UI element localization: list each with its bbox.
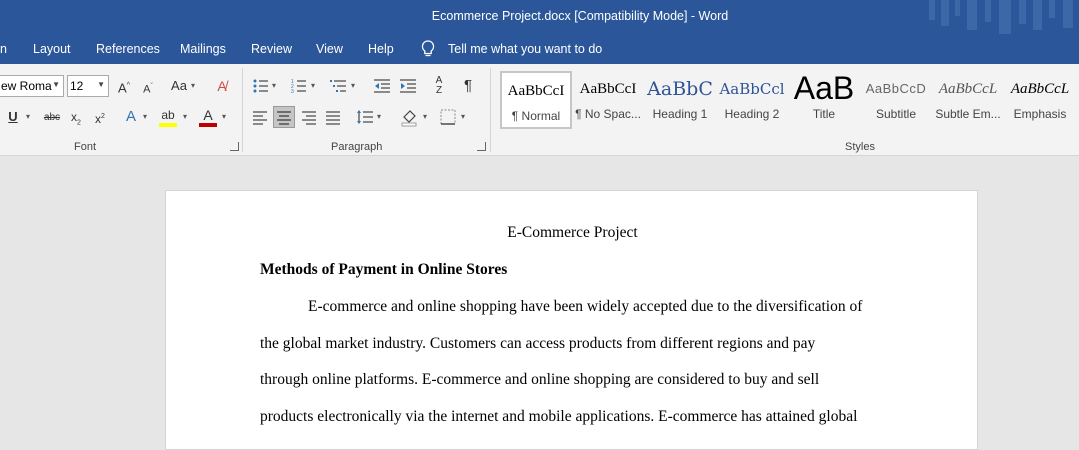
chevron-down-icon[interactable]: ▼ xyxy=(52,80,60,89)
align-center-icon xyxy=(277,111,291,125)
superscript-icon[interactable]: x2 xyxy=(92,107,108,127)
paragraph-line: E-commerce and online shopping have been… xyxy=(308,298,863,315)
text-effects-icon[interactable]: A xyxy=(123,107,139,127)
tab-layout[interactable]: Layout xyxy=(33,42,71,56)
style-name: ¶ No Spac... xyxy=(575,107,641,121)
style-preview: AaBbCcl xyxy=(719,80,785,98)
style-name: Subtitle xyxy=(875,107,917,121)
grow-font-icon[interactable]: A^ xyxy=(116,76,132,96)
styles-group-label: Styles xyxy=(845,141,875,153)
style-name: Heading 1 xyxy=(652,107,708,121)
style-heading-1[interactable]: AaBbC Heading 1 xyxy=(644,71,716,129)
strikethrough-icon[interactable]: abc xyxy=(42,108,62,128)
paragraph-line: through online platforms. E-commerce and… xyxy=(260,371,820,388)
chevron-down-icon[interactable]: ▾ xyxy=(143,107,147,127)
pilcrow-icon[interactable]: ¶ xyxy=(460,76,476,96)
paragraph-line: the global market industry. Customers ca… xyxy=(260,335,816,352)
style-preview: AaBbCcL xyxy=(1010,81,1070,97)
title-bar: Ecommerce Project.docx [Compatibility Mo… xyxy=(0,0,1079,34)
tab-references[interactable]: References xyxy=(96,42,160,56)
change-case-icon[interactable]: Aa xyxy=(169,76,189,96)
style-preview: AaBbCcD xyxy=(865,81,927,96)
font-name-value: ew Roma xyxy=(1,79,52,93)
group-separator xyxy=(490,68,491,152)
style-name: Emphasis xyxy=(1013,107,1067,121)
font-size-value: 12 xyxy=(70,79,84,93)
style-subtitle[interactable]: AaBbCcD Subtitle xyxy=(860,71,932,129)
chevron-down-icon[interactable]: ▾ xyxy=(222,107,226,127)
chevron-down-icon[interactable]: ▾ xyxy=(272,76,276,96)
line-spacing-icon[interactable] xyxy=(356,107,374,127)
tell-me-search[interactable]: Tell me what you want to do xyxy=(448,42,602,56)
multilevel-list-icon[interactable] xyxy=(330,76,348,96)
chevron-down-icon[interactable]: ▾ xyxy=(191,76,195,96)
increase-indent-icon[interactable] xyxy=(399,76,417,96)
style-preview: AaBbCcI xyxy=(507,83,565,99)
font-dialog-launcher-icon[interactable] xyxy=(230,142,239,151)
tab-mailings[interactable]: Mailings xyxy=(180,42,226,56)
style-preview: AaBbCcI xyxy=(579,81,637,97)
style-normal[interactable]: AaBbCcI ¶ Normal xyxy=(500,71,572,129)
numbering-icon[interactable]: 123 xyxy=(291,76,307,96)
group-separator xyxy=(242,68,243,152)
bullets-icon[interactable] xyxy=(253,76,269,96)
lightbulb-icon[interactable] xyxy=(421,40,435,62)
style-emphasis[interactable]: AaBbCcL Emphasis xyxy=(1004,71,1076,129)
chevron-down-icon[interactable]: ▾ xyxy=(311,76,315,96)
style-name: Heading 2 xyxy=(724,107,780,121)
justify-icon[interactable] xyxy=(325,107,341,127)
tab-help[interactable]: Help xyxy=(368,42,394,56)
shading-icon[interactable] xyxy=(400,107,418,127)
align-center-button[interactable] xyxy=(273,106,295,128)
title-bar-decoration xyxy=(929,0,1073,34)
ribbon-tabs: n Layout References Mailings Review View… xyxy=(0,34,1079,64)
ribbon: ew Roma ▼ 12 ▼ A^ Aˇ Aa ▾ A̸ U ▾ abc x2 … xyxy=(0,64,1079,156)
chevron-down-icon[interactable]: ▾ xyxy=(351,76,355,96)
style-name: Title xyxy=(812,107,836,121)
shrink-font-icon[interactable]: Aˇ xyxy=(140,77,156,97)
align-right-icon[interactable] xyxy=(301,107,317,127)
chevron-down-icon[interactable]: ▾ xyxy=(423,107,427,127)
font-color-icon[interactable]: A xyxy=(199,107,217,127)
font-group-label: Font xyxy=(74,141,97,153)
style-title[interactable]: AaB Title xyxy=(788,71,860,129)
style-preview: AaB xyxy=(793,71,855,106)
clear-formatting-icon[interactable]: A̸ xyxy=(213,76,231,96)
decrease-indent-icon[interactable] xyxy=(373,76,391,96)
style-preview: AaBbCcL xyxy=(938,81,998,97)
font-size-combo[interactable]: 12 ▼ xyxy=(67,75,109,97)
chevron-down-icon[interactable]: ▾ xyxy=(377,107,381,127)
align-left-icon[interactable] xyxy=(252,107,268,127)
subscript-icon[interactable]: x2 xyxy=(68,107,84,127)
style-subtle-emphasis[interactable]: AaBbCcL Subtle Em... xyxy=(932,71,1004,129)
tab-insert-partial[interactable]: n xyxy=(0,42,7,56)
sort-icon[interactable]: AZ xyxy=(430,76,448,96)
chevron-down-icon[interactable]: ▼ xyxy=(97,80,105,89)
paragraph-line: products electronically via the internet… xyxy=(260,408,858,425)
paragraph-group-label: Paragraph xyxy=(331,141,383,153)
document-heading: Methods of Payment in Online Stores xyxy=(260,261,508,278)
styles-gallery: AaBbCcI ¶ Normal AaBbCcI ¶ No Spac... Aa… xyxy=(498,71,1079,133)
underline-icon[interactable]: U xyxy=(6,107,20,127)
document-page[interactable]: E-Commerce Project Methods of Payment in… xyxy=(165,190,978,450)
highlight-icon[interactable]: ab xyxy=(159,107,177,127)
document-title: E-Commerce Project xyxy=(507,224,638,241)
font-name-combo[interactable]: ew Roma ▼ xyxy=(0,75,64,97)
tab-review[interactable]: Review xyxy=(251,42,292,56)
tab-view[interactable]: View xyxy=(316,42,343,56)
style-name: Subtle Em... xyxy=(935,107,1001,121)
style-preview: AaBbC xyxy=(647,78,713,100)
borders-icon[interactable] xyxy=(440,107,456,127)
style-no-spacing[interactable]: AaBbCcI ¶ No Spac... xyxy=(572,71,644,129)
chevron-down-icon[interactable]: ▾ xyxy=(26,107,30,127)
chevron-down-icon[interactable]: ▾ xyxy=(461,107,465,127)
paragraph-dialog-launcher-icon[interactable] xyxy=(477,142,486,151)
svg-text:3: 3 xyxy=(291,89,294,95)
style-name: ¶ Normal xyxy=(511,109,561,123)
window-title: Ecommerce Project.docx [Compatibility Mo… xyxy=(431,9,729,23)
style-heading-2[interactable]: AaBbCcl Heading 2 xyxy=(716,71,788,129)
chevron-down-icon[interactable]: ▾ xyxy=(183,107,187,127)
document-canvas: E-Commerce Project Methods of Payment in… xyxy=(0,157,1079,450)
